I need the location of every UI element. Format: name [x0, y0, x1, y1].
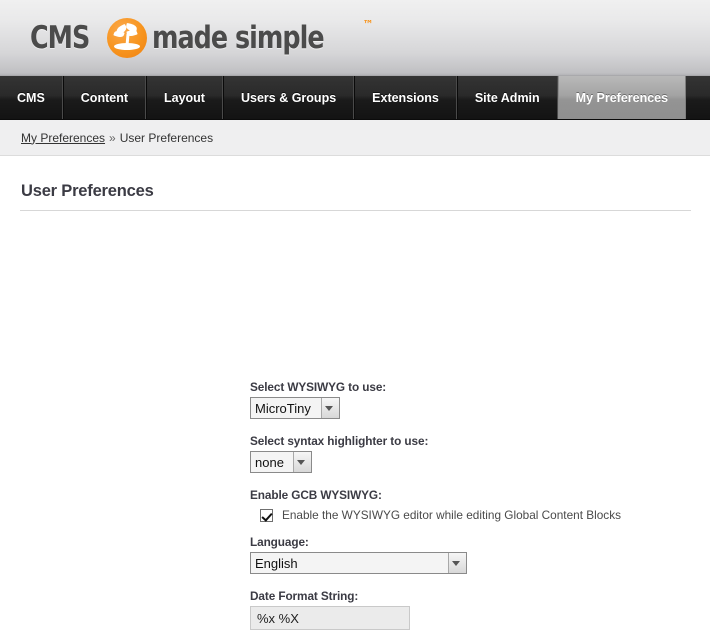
logo-text-made-simple: made simple [152, 20, 325, 56]
syntax-highlighter-select[interactable]: none [250, 451, 312, 473]
gcb-wysiwyg-checkbox-row: Enable the WYSIWYG editor while editing … [260, 508, 690, 522]
nav-item-label: My Preferences [575, 90, 669, 105]
wysiwyg-label: Select WYSIWYG to use: [250, 380, 387, 394]
palm-tree-island-icon [107, 18, 148, 58]
logo-text-cms: CMS [30, 20, 90, 56]
field-wysiwyg: Select WYSIWYG to use: MicroTiny [250, 380, 690, 419]
gcb-wysiwyg-checkbox-label: Enable the WYSIWYG editor while editing … [282, 508, 621, 522]
nav-item-content[interactable]: Content [62, 76, 146, 119]
main-navigation: CMS Content Layout Users & Groups Extens… [0, 76, 710, 120]
syntax-highlighter-select-wrap: none [250, 451, 312, 473]
syntax-highlighter-label: Select syntax highlighter to use: [250, 434, 429, 448]
nav-item-label: Extensions [372, 90, 439, 105]
nav-item-users-groups[interactable]: Users & Groups [222, 76, 355, 119]
field-date-format: Date Format String: strftime formatted d… [250, 589, 690, 634]
nav-item-site-admin[interactable]: Site Admin [456, 76, 558, 119]
nav-item-label: Content [80, 90, 128, 105]
breadcrumb-link-my-preferences[interactable]: My Preferences [21, 131, 105, 145]
language-select-wrap: English [250, 552, 467, 574]
field-language: Language: English [250, 535, 690, 574]
page-header: CMS made simple ™ [0, 0, 710, 76]
language-select[interactable]: English [250, 552, 467, 574]
wysiwyg-select-wrap: MicroTiny [250, 397, 340, 419]
nav-item-label: Users & Groups [240, 90, 337, 105]
nav-item-cms[interactable]: CMS [0, 76, 63, 119]
content-area: User Preferences Select WYSIWYG to use: … [0, 156, 710, 634]
nav-item-extensions[interactable]: Extensions [354, 76, 457, 119]
breadcrumb-current-page: User Preferences [119, 130, 214, 145]
wysiwyg-select[interactable]: MicroTiny [250, 397, 340, 419]
gcb-wysiwyg-label: Enable GCB WYSIWYG: [250, 488, 382, 502]
breadcrumb-separator: » [109, 130, 116, 145]
date-format-label: Date Format String: [250, 589, 359, 603]
language-label: Language: [250, 535, 309, 549]
breadcrumb: My Preferences » User Preferences [0, 120, 710, 156]
nav-item-label: CMS [17, 90, 45, 105]
title-divider [20, 210, 691, 211]
field-gcb-wysiwyg: Enable GCB WYSIWYG: Enable the WYSIWYG e… [250, 488, 690, 522]
nav-item-layout[interactable]: Layout [146, 76, 223, 119]
nav-item-label: Layout [164, 90, 205, 105]
trademark-icon: ™ [362, 18, 374, 31]
gcb-wysiwyg-checkbox[interactable] [260, 509, 273, 522]
date-format-input[interactable] [250, 606, 410, 630]
page-title: User Preferences [21, 182, 154, 200]
nav-item-my-preferences[interactable]: My Preferences [557, 76, 687, 119]
cms-made-simple-logo[interactable]: CMS made simple ™ [30, 16, 374, 60]
field-syntax-highlighter: Select syntax highlighter to use: none [250, 434, 690, 473]
nav-item-label: Site Admin [474, 90, 540, 105]
user-preferences-form: Select WYSIWYG to use: MicroTiny Select … [250, 380, 690, 634]
